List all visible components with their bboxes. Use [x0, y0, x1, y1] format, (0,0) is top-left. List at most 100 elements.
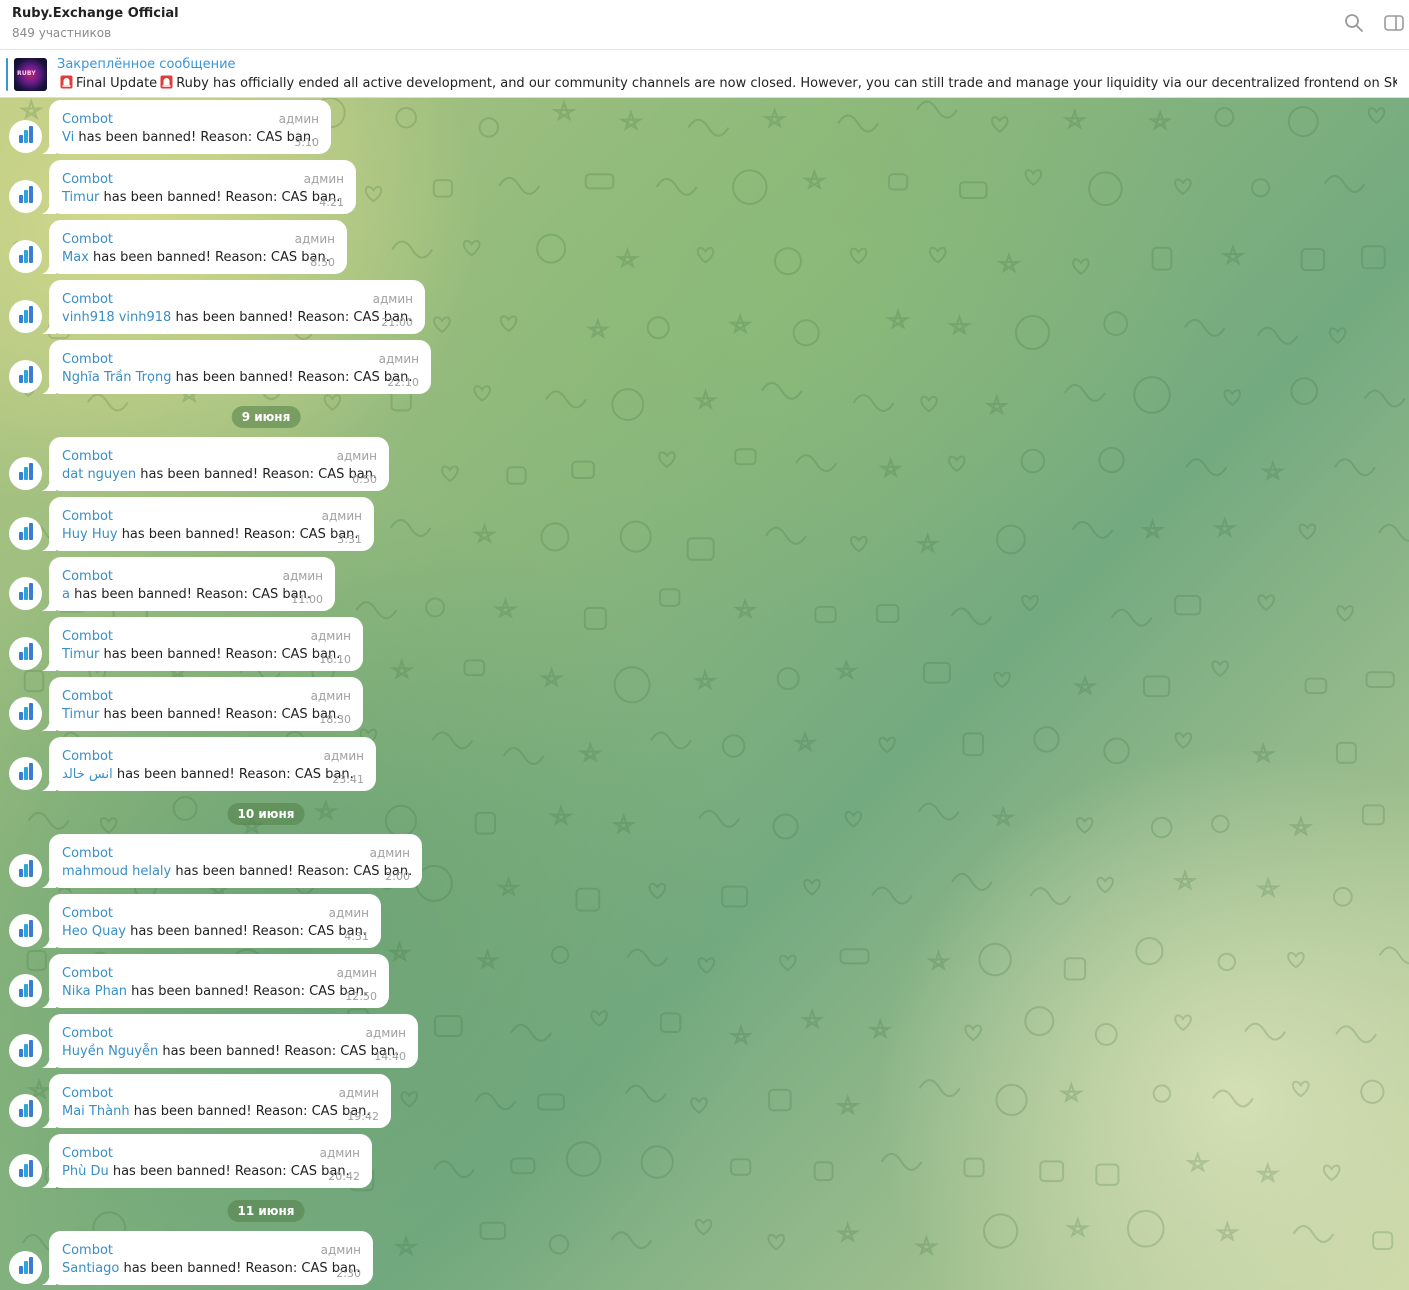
- banned-user-link[interactable]: vinh918 vinh918: [62, 310, 171, 325]
- banned-user-link[interactable]: Huy Huy: [62, 527, 118, 542]
- sender-name[interactable]: Combot: [62, 172, 113, 187]
- banned-user-link[interactable]: a: [62, 587, 70, 602]
- sender-name[interactable]: Combot: [62, 629, 113, 644]
- chart-icon-bar: [19, 869, 23, 877]
- message-bubble[interactable]: Combot админ Timur has been banned! Reason…: [42, 677, 363, 731]
- message-bubble[interactable]: Combot админ Timur has been banned! Reason…: [42, 160, 356, 214]
- sender-name[interactable]: Combot: [62, 846, 113, 861]
- message-bubble[interactable]: Combot админ Timur has been banned! Reason…: [42, 617, 363, 671]
- message-bubble[interactable]: Combot админ mahmoud helaly has been banne…: [42, 834, 422, 888]
- sender-name[interactable]: Combot: [62, 906, 113, 921]
- combot-avatar[interactable]: [9, 457, 42, 490]
- sidebar-toggle-icon[interactable]: [1383, 12, 1405, 34]
- message-bubble[interactable]: Combot админ Huyền Nguyễn has been banned!…: [42, 1014, 418, 1068]
- sender-name[interactable]: Combot: [62, 232, 113, 247]
- chart-icon-bar: [29, 920, 33, 937]
- combot-avatar[interactable]: [9, 1154, 42, 1187]
- chart-icon-bar: [29, 1040, 33, 1057]
- chart-icon-bar: [24, 190, 28, 203]
- combot-avatar[interactable]: [9, 240, 42, 273]
- banned-user-link[interactable]: Timur: [62, 190, 99, 205]
- chat-messages-area[interactable]: Combot админ Vi has been banned! Reason: C…: [0, 98, 1409, 1290]
- message-bubble[interactable]: Combot админ Max has been banned! Reason: …: [42, 220, 347, 274]
- banned-user-link[interactable]: Nghĩa Trần Trọng: [62, 370, 171, 385]
- sender-name[interactable]: Combot: [62, 112, 113, 127]
- siren-icon: [160, 75, 173, 89]
- banned-user-link[interactable]: dat nguyen: [62, 467, 136, 482]
- message-bubble[interactable]: Combot админ Vi has been banned! Reason: C…: [42, 100, 331, 154]
- combot-avatar[interactable]: [9, 697, 42, 730]
- sender-name[interactable]: Combot: [62, 449, 113, 464]
- date-separator[interactable]: 10 июня: [227, 803, 305, 825]
- combot-avatar[interactable]: [9, 300, 42, 333]
- combot-avatar[interactable]: [9, 637, 42, 670]
- message-bubble[interactable]: Combot админ Mai Thành has been banned! Re…: [42, 1074, 391, 1128]
- banned-user-link[interactable]: Heo Quay: [62, 924, 126, 939]
- message-bubble[interactable]: Combot админ Santiago has been banned! Rea…: [42, 1231, 373, 1285]
- ban-notice: has been banned! Reason: CAS ban.: [74, 130, 316, 145]
- combot-avatar[interactable]: [9, 757, 42, 790]
- date-separator[interactable]: 11 июня: [227, 1200, 305, 1222]
- sender-name[interactable]: Combot: [62, 509, 113, 524]
- message-bubble[interactable]: Combot админ Phù Du has been banned! Reaso…: [42, 1134, 372, 1188]
- combot-avatar[interactable]: [9, 180, 42, 213]
- combot-avatar[interactable]: [9, 1094, 42, 1127]
- ban-notice: has been banned! Reason: CAS ban.: [171, 864, 413, 879]
- pinned-message[interactable]: RUBY Закреплённое сообщение Final Update…: [0, 51, 1409, 98]
- sender-name[interactable]: Combot: [62, 569, 113, 584]
- banned-user-link[interactable]: Huyền Nguyễn: [62, 1044, 158, 1059]
- sender-name[interactable]: Combot: [62, 689, 113, 704]
- message-bubble[interactable]: Combot админ انس خالد has been banned! Rea…: [42, 737, 376, 791]
- message-bubble[interactable]: Combot админ a has been banned! Reason: CA…: [42, 557, 335, 611]
- admin-badge: админ: [310, 629, 351, 643]
- combot-avatar[interactable]: [9, 360, 42, 393]
- bubble-tail: [42, 1271, 56, 1285]
- ban-notice: has been banned! Reason: CAS ban.: [99, 647, 341, 662]
- message-bubble[interactable]: Combot админ vinh918 vinh918 has been bann…: [42, 280, 425, 334]
- message-bubble[interactable]: Combot админ Nika Phan has been banned! Re…: [42, 954, 389, 1008]
- message-time: 4:31: [344, 930, 369, 943]
- banned-user-link[interactable]: Vi: [62, 130, 74, 145]
- message-bubble[interactable]: Combot админ Nghĩa Trần Trọng has been ban…: [42, 340, 431, 394]
- sender-name[interactable]: Combot: [62, 1086, 113, 1101]
- message-time: 22:10: [387, 376, 419, 389]
- combot-avatar[interactable]: [9, 577, 42, 610]
- message-bubble[interactable]: Combot админ dat nguyen has been banned! R…: [42, 437, 389, 491]
- combot-avatar[interactable]: [9, 1034, 42, 1067]
- banned-user-link[interactable]: Phù Du: [62, 1164, 109, 1179]
- chat-header[interactable]: Ruby.Exchange Official 849 участников: [0, 0, 1409, 50]
- banned-user-link[interactable]: Mai Thành: [62, 1104, 130, 1119]
- banned-user-link[interactable]: mahmoud helaly: [62, 864, 171, 879]
- sender-name[interactable]: Combot: [62, 292, 113, 307]
- sender-name[interactable]: Combot: [62, 749, 113, 764]
- banned-user-link[interactable]: انس خالد: [62, 767, 113, 782]
- combot-avatar[interactable]: [9, 120, 42, 153]
- sender-name[interactable]: Combot: [62, 1026, 113, 1041]
- banned-user-link[interactable]: Santiago: [62, 1261, 119, 1276]
- sender-name[interactable]: Combot: [62, 352, 113, 367]
- message-time: 8:50: [310, 256, 335, 269]
- bubble-tail: [42, 1054, 56, 1068]
- chat-title[interactable]: Ruby.Exchange Official: [12, 6, 179, 21]
- sender-name[interactable]: Combot: [62, 1243, 113, 1258]
- banned-user-link[interactable]: Nika Phan: [62, 984, 127, 999]
- message-text: Phù Du has been banned! Reason: CAS ban.: [62, 1164, 350, 1179]
- date-separator[interactable]: 9 июня: [231, 406, 301, 428]
- chart-icon-bar: [19, 195, 23, 203]
- combot-avatar[interactable]: [9, 1251, 42, 1284]
- sender-name[interactable]: Combot: [62, 966, 113, 981]
- ban-notice: has been banned! Reason: CAS ban.: [129, 1104, 371, 1119]
- combot-avatar[interactable]: [9, 974, 42, 1007]
- message-bubble[interactable]: Combot админ Heo Quay has been banned! Rea…: [42, 894, 381, 948]
- combot-avatar[interactable]: [9, 914, 42, 947]
- message-time: 2:30: [336, 1267, 361, 1280]
- combot-avatar[interactable]: [9, 517, 42, 550]
- banned-user-link[interactable]: Max: [62, 250, 89, 265]
- combot-avatar[interactable]: [9, 854, 42, 887]
- message-bubble[interactable]: Combot админ Huy Huy has been banned! Reas…: [42, 497, 374, 551]
- banned-user-link[interactable]: Timur: [62, 707, 99, 722]
- sender-name[interactable]: Combot: [62, 1146, 113, 1161]
- chart-icon-bar: [29, 763, 33, 780]
- search-icon[interactable]: [1343, 12, 1365, 34]
- banned-user-link[interactable]: Timur: [62, 647, 99, 662]
